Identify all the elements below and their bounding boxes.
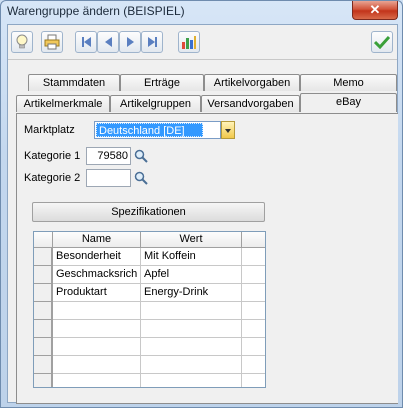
close-icon: ✕ bbox=[369, 2, 381, 17]
table-row[interactable]: Geschmacksrich Apfel bbox=[34, 266, 265, 284]
row-selector[interactable] bbox=[34, 338, 52, 356]
kategorie2-label: Kategorie 2 bbox=[24, 172, 81, 184]
tab-versandvorgaben[interactable]: Versandvorgaben bbox=[201, 95, 300, 112]
table-row[interactable]: Produktart Energy-Drink bbox=[34, 284, 265, 302]
first-record-icon bbox=[81, 37, 91, 47]
kategorie1-input[interactable]: 79580 bbox=[86, 147, 131, 165]
column-header-empty bbox=[242, 232, 265, 248]
last-record-button[interactable] bbox=[141, 31, 163, 53]
dialog-window: Warengruppe ändern (BEISPIEL) ✕ Stammdat… bbox=[0, 0, 403, 408]
next-record-icon bbox=[126, 37, 134, 47]
row-selector[interactable] bbox=[34, 284, 52, 302]
marktplatz-dropdown-button[interactable] bbox=[221, 121, 235, 139]
column-header-wert[interactable]: Wert bbox=[141, 232, 242, 248]
close-button[interactable]: ✕ bbox=[352, 1, 398, 20]
cell-empty bbox=[242, 248, 265, 266]
cell-empty bbox=[242, 320, 265, 338]
cell-wert[interactable]: Energy-Drink bbox=[141, 284, 242, 302]
print-icon bbox=[44, 34, 60, 50]
table-row[interactable] bbox=[34, 374, 265, 387]
cell-empty bbox=[242, 266, 265, 284]
magnifier-icon bbox=[134, 171, 148, 185]
cell-wert[interactable]: Apfel bbox=[141, 266, 242, 284]
cell-wert[interactable]: Mit Koffein bbox=[141, 248, 242, 266]
last-record-icon bbox=[147, 37, 157, 47]
table-row[interactable]: Besonderheit Mit Koffein bbox=[34, 248, 265, 266]
tab-artikelvorgaben[interactable]: Artikelvorgaben bbox=[204, 74, 300, 91]
kategorie1-search-button[interactable] bbox=[133, 148, 149, 164]
cell-name[interactable]: Produktart bbox=[53, 284, 141, 302]
ebay-panel: Marktplatz Deutschland [DE] Kategorie 1 … bbox=[16, 113, 398, 404]
row-selector[interactable] bbox=[34, 320, 52, 338]
cell-empty bbox=[242, 356, 265, 374]
grid-corner bbox=[34, 232, 53, 248]
tab-memo[interactable]: Memo bbox=[300, 74, 397, 91]
spezifikationen-grid[interactable]: Name Wert Besonderheit Mit Koffein Geschma… bbox=[33, 231, 266, 388]
cell-empty bbox=[242, 302, 265, 320]
cell-name[interactable]: Besonderheit bbox=[53, 248, 141, 266]
lightbulb-icon bbox=[16, 34, 28, 49]
tab-ertraege[interactable]: Erträge bbox=[120, 74, 204, 91]
statistics-button[interactable] bbox=[178, 31, 200, 53]
checkmark-icon bbox=[374, 35, 390, 49]
dialog-client: Stammdaten Erträge Artikelvorgaben Memo … bbox=[7, 24, 398, 404]
cell-wert[interactable] bbox=[141, 338, 242, 356]
tab-control: Stammdaten Erträge Artikelvorgaben Memo … bbox=[8, 59, 398, 404]
toolbar bbox=[8, 25, 397, 60]
tab-artikelgruppen[interactable]: Artikelgruppen bbox=[110, 95, 201, 112]
row-selector[interactable] bbox=[34, 248, 52, 266]
previous-record-icon bbox=[104, 37, 112, 47]
tab-ebay[interactable]: eBay bbox=[300, 93, 397, 112]
row-selector[interactable] bbox=[34, 302, 52, 320]
cell-wert[interactable] bbox=[141, 320, 242, 338]
cell-empty bbox=[242, 338, 265, 356]
next-record-button[interactable] bbox=[119, 31, 141, 53]
print-button[interactable] bbox=[41, 31, 63, 53]
cell-wert[interactable] bbox=[141, 356, 242, 374]
previous-record-button[interactable] bbox=[97, 31, 119, 53]
cell-wert[interactable] bbox=[141, 374, 242, 387]
row-selector[interactable] bbox=[34, 356, 52, 374]
table-row[interactable] bbox=[34, 302, 265, 320]
cell-name[interactable] bbox=[53, 320, 141, 338]
chart-icon bbox=[182, 36, 196, 49]
tab-stammdaten[interactable]: Stammdaten bbox=[28, 74, 120, 91]
kategorie1-label: Kategorie 1 bbox=[24, 150, 81, 162]
kategorie2-search-button[interactable] bbox=[133, 170, 149, 186]
magnifier-icon bbox=[134, 149, 148, 163]
cell-wert[interactable] bbox=[141, 302, 242, 320]
marktplatz-value: Deutschland [DE] bbox=[96, 123, 203, 137]
row-selector[interactable] bbox=[34, 266, 52, 284]
row-selector[interactable] bbox=[34, 374, 52, 387]
marktplatz-select[interactable]: Deutschland [DE] bbox=[94, 121, 235, 139]
table-row[interactable] bbox=[34, 356, 265, 374]
cell-name[interactable] bbox=[53, 338, 141, 356]
window-title: Warengruppe ändern (BEISPIEL) bbox=[7, 4, 185, 18]
spezifikationen-button[interactable]: Spezifikationen bbox=[32, 202, 265, 222]
kategorie2-input[interactable] bbox=[86, 169, 131, 187]
table-row[interactable] bbox=[34, 320, 265, 338]
ok-button[interactable] bbox=[371, 31, 393, 53]
cell-empty bbox=[242, 374, 265, 387]
cell-name[interactable]: Geschmacksrich bbox=[53, 266, 141, 284]
title-bar[interactable]: Warengruppe ändern (BEISPIEL) ✕ bbox=[1, 1, 402, 23]
cell-name[interactable] bbox=[53, 302, 141, 320]
tab-artikelmerkmale[interactable]: Artikelmerkmale bbox=[16, 95, 110, 112]
tip-button[interactable] bbox=[11, 31, 33, 53]
marktplatz-label: Marktplatz bbox=[24, 124, 75, 136]
cell-name[interactable] bbox=[53, 374, 141, 387]
first-record-button[interactable] bbox=[75, 31, 97, 53]
column-header-name[interactable]: Name bbox=[53, 232, 141, 248]
cell-name[interactable] bbox=[53, 356, 141, 374]
cell-empty bbox=[242, 284, 265, 302]
table-row[interactable] bbox=[34, 338, 265, 356]
